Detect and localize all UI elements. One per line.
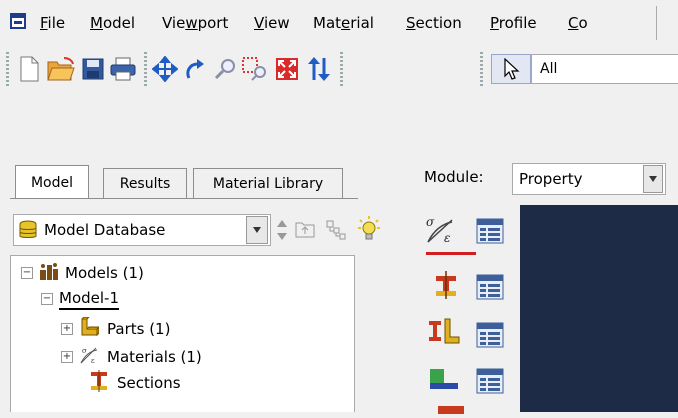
save-icon[interactable]: [78, 52, 108, 86]
tree-item-label: Sections: [117, 374, 181, 392]
profile-manager-icon[interactable]: [472, 364, 508, 398]
material-manager-icon[interactable]: [472, 214, 508, 248]
toolbar-grip[interactable]: [144, 52, 147, 86]
tab-divider: [10, 198, 358, 199]
tree-item-label: Materials (1): [107, 348, 202, 366]
up-down-arrows-icon[interactable]: [276, 218, 288, 246]
selection-filter-combo[interactable]: All: [531, 54, 678, 84]
tab-material-library[interactable]: Material Library: [193, 168, 343, 198]
model-database-combo[interactable]: Model Database: [13, 214, 271, 246]
toolbar-grip[interactable]: [340, 52, 343, 86]
sections-icon: [89, 370, 109, 396]
viewport-canvas[interactable]: [520, 205, 678, 412]
parent-folder-icon[interactable]: [295, 220, 315, 242]
module-combo[interactable]: Property: [512, 163, 666, 195]
assign-manager-icon[interactable]: [472, 318, 508, 352]
lightbulb-icon[interactable]: [358, 216, 380, 246]
box-zoom-icon[interactable]: [240, 52, 270, 86]
tree-item-models[interactable]: − Models (1): [21, 260, 144, 286]
menu-divider: [656, 6, 657, 40]
tree-expand-icon[interactable]: [326, 220, 346, 244]
models-icon: [39, 261, 59, 285]
parts-icon: [79, 316, 101, 341]
assign-section-icon[interactable]: [426, 314, 462, 348]
tab-results-label: Results: [119, 176, 171, 192]
select-arrow-icon[interactable]: [491, 54, 531, 84]
toolbar-grip[interactable]: [6, 52, 9, 86]
expand-icon[interactable]: +: [61, 323, 73, 335]
collapse-icon[interactable]: −: [21, 267, 33, 279]
tree-item-label: Parts (1): [107, 320, 171, 338]
create-material-icon[interactable]: σε: [422, 212, 458, 246]
svg-text:σ: σ: [82, 347, 87, 355]
selection-filter-value: All: [540, 61, 558, 77]
section-manager-icon[interactable]: [472, 270, 508, 304]
collapse-icon[interactable]: −: [41, 293, 53, 305]
chevron-down-icon[interactable]: [246, 216, 268, 244]
menu-co[interactable]: Co: [568, 14, 588, 32]
menu-file[interactable]: File: [40, 14, 65, 32]
create-section-icon[interactable]: [428, 268, 464, 302]
open-folder-icon[interactable]: [46, 52, 76, 86]
menu-view[interactable]: View: [254, 14, 290, 32]
menu-section[interactable]: Section: [406, 14, 462, 32]
beam-profile-icon[interactable]: [426, 362, 462, 396]
chevron-down-icon[interactable]: [643, 165, 663, 193]
tree-item-sections[interactable]: Sections: [89, 370, 181, 396]
window-menu-icon[interactable]: [10, 12, 26, 34]
new-file-icon[interactable]: [14, 52, 44, 86]
svg-text:ε: ε: [444, 231, 450, 244]
zoom-icon[interactable]: [210, 52, 240, 86]
tree-item-label: Models (1): [65, 264, 144, 282]
pan-icon[interactable]: [150, 52, 180, 86]
menu-profile[interactable]: Profile: [490, 14, 537, 32]
rotate-icon[interactable]: [180, 52, 210, 86]
model-tree: − Models (1) − Model-1 + Parts (1) + σε …: [10, 255, 355, 412]
module-value: Property: [519, 170, 583, 188]
materials-icon: σε: [79, 345, 99, 369]
menu-viewport[interactable]: Viewport: [162, 14, 228, 32]
tool-partial-icon[interactable]: [436, 402, 466, 418]
module-label: Module:: [424, 168, 484, 186]
tree-item-materials[interactable]: + σε Materials (1): [61, 344, 202, 370]
toolbar-grip[interactable]: [480, 52, 483, 86]
model-database-label: Model Database: [44, 221, 166, 239]
auto-fit-icon[interactable]: [272, 52, 302, 86]
tab-model[interactable]: Model: [15, 165, 89, 199]
tree-item-model-1[interactable]: − Model-1: [41, 286, 119, 312]
tab-results[interactable]: Results: [103, 168, 187, 198]
svg-text:ε: ε: [91, 357, 95, 365]
menu-material[interactable]: Material: [313, 14, 374, 32]
svg-text:σ: σ: [426, 215, 435, 229]
print-icon[interactable]: [108, 52, 138, 86]
tab-model-label: Model: [30, 175, 74, 191]
active-tool-underline: [426, 252, 476, 255]
tab-material-library-label: Material Library: [212, 176, 324, 192]
menu-model[interactable]: Model: [90, 14, 135, 32]
expand-icon[interactable]: +: [61, 351, 73, 363]
tree-item-label: Model-1: [59, 288, 119, 310]
database-icon: [18, 220, 38, 244]
cycle-views-icon[interactable]: [304, 52, 334, 86]
tree-item-parts[interactable]: + Parts (1): [61, 316, 170, 342]
menu-bar: File Model Viewport View Material Sectio…: [0, 0, 678, 46]
